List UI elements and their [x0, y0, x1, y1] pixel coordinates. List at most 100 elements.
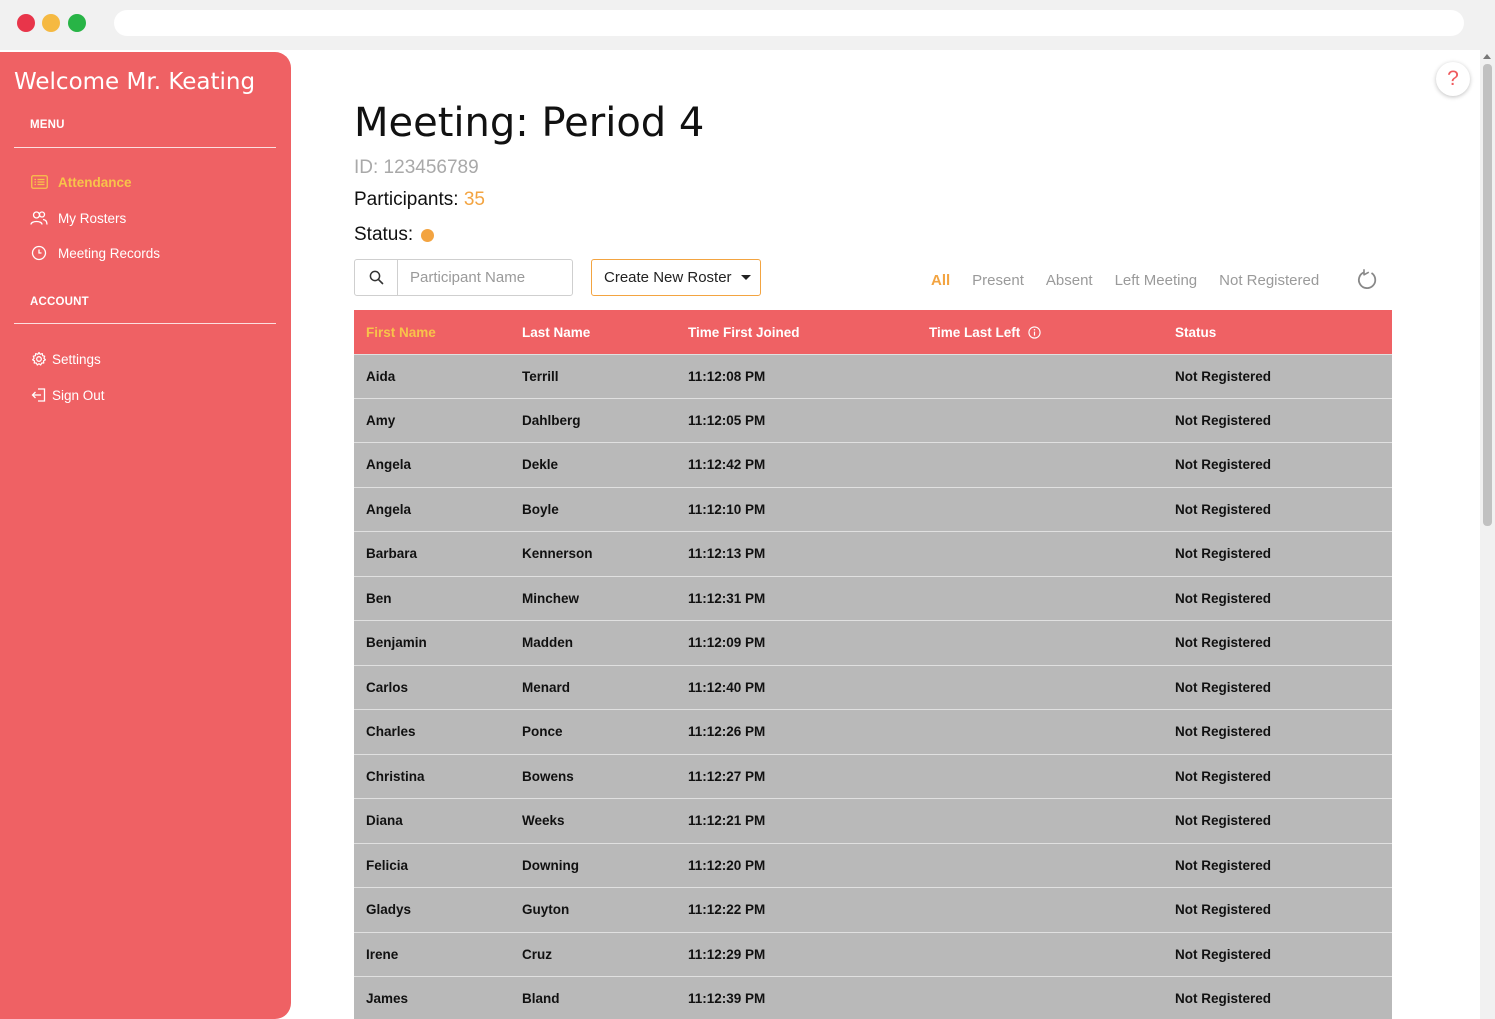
time-first-joined-cell: 11:12:27 PM	[688, 768, 766, 784]
first-name-cell: James	[366, 991, 409, 1007]
time-first-joined-cell: 11:12:13 PM	[688, 546, 766, 562]
meeting-id: ID: 123456789	[354, 157, 479, 178]
last-name-cell: Minchew	[522, 590, 580, 606]
last-name-cell: Dekle	[522, 457, 559, 473]
table-row[interactable]: Carlos Menard 11:12:40 PM Not Registered	[354, 665, 1392, 710]
window-minimize-button[interactable]	[42, 14, 60, 32]
time-first-joined-cell: 11:12:22 PM	[688, 902, 766, 918]
first-name-cell: Amy	[366, 412, 396, 428]
status-cell: Not Registered	[1175, 857, 1272, 873]
table-body: Aida Terrill 11:12:08 PM Not Registered Amy D…	[354, 354, 1392, 1019]
table-row[interactable]: Gladys Guyton 11:12:22 PM Not Registered	[354, 888, 1392, 933]
page-title: Meeting: Period 4	[354, 100, 705, 146]
time-first-joined-cell: 11:12:31 PM	[688, 590, 766, 606]
time-first-joined-cell: 11:12:29 PM	[688, 946, 766, 962]
create-new-roster-button[interactable]: Create New Roster	[591, 259, 761, 296]
table-row[interactable]: Irene Cruz 11:12:29 PM Not Registered	[354, 932, 1392, 977]
table-row[interactable]: Barbara Kennerson 11:12:13 PM Not Registere…	[354, 532, 1392, 577]
column-header-first-name[interactable]: First Name	[354, 325, 522, 340]
participants-number: 35	[463, 189, 485, 210]
table-row[interactable]: Ben Minchew 11:12:31 PM Not Registered	[354, 576, 1392, 621]
sidebar-item-sign-out[interactable]: Sign Out	[30, 384, 105, 406]
last-name-cell: Madden	[522, 635, 574, 651]
filter-all[interactable]: All	[931, 272, 950, 289]
column-header-status[interactable]: Status	[1175, 325, 1392, 340]
help-button[interactable]: ?	[1436, 62, 1470, 96]
first-name-cell: Carlos	[366, 679, 409, 695]
address-bar[interactable]	[114, 10, 1464, 36]
meeting-status: Status:	[354, 224, 435, 246]
first-name-cell: Aida	[366, 368, 396, 384]
column-header-last-name[interactable]: Last Name	[522, 325, 688, 340]
clock-icon	[30, 244, 48, 262]
scrollbar[interactable]	[1480, 50, 1495, 1019]
table-row[interactable]: Amy Dahlberg 11:12:05 PM Not Registered	[354, 398, 1392, 443]
sidebar-item-my-rosters[interactable]: My Rosters	[30, 207, 126, 229]
refresh-icon[interactable]	[1355, 268, 1379, 292]
window-close-button[interactable]	[17, 14, 35, 32]
status-cell: Not Registered	[1175, 724, 1272, 740]
first-name-cell: Barbara	[366, 546, 418, 562]
last-name-cell: Weeks	[522, 813, 565, 829]
window-maximize-button[interactable]	[68, 14, 86, 32]
table-row[interactable]: Angela Dekle 11:12:42 PM Not Registered	[354, 443, 1392, 488]
app-window: Welcome Mr. Keating MENU Attendance My R…	[0, 50, 1495, 1019]
sign-out-icon	[30, 386, 48, 404]
scroll-up-arrow-icon[interactable]	[1483, 54, 1491, 59]
time-first-joined-cell: 11:12:39 PM	[688, 991, 766, 1007]
status-cell: Not Registered	[1175, 902, 1272, 918]
participants-count: Participants: 35	[354, 189, 485, 211]
filter-present[interactable]: Present	[972, 272, 1024, 289]
last-name-cell: Kennerson	[522, 546, 593, 562]
status-cell: Not Registered	[1175, 679, 1272, 695]
status-cell: Not Registered	[1175, 546, 1272, 562]
info-icon[interactable]	[1028, 325, 1041, 339]
time-first-joined-cell: 11:12:40 PM	[688, 679, 766, 695]
sidebar-item-settings[interactable]: Settings	[30, 348, 101, 370]
time-first-joined-cell: 11:12:21 PM	[688, 813, 766, 829]
sidebar-item-label: My Rosters	[58, 210, 127, 226]
list-icon	[30, 173, 48, 191]
first-name-cell: Christina	[366, 768, 425, 784]
last-name-cell: Menard	[522, 679, 571, 695]
table-row[interactable]: Benjamin Madden 11:12:09 PM Not Registered	[354, 621, 1392, 666]
first-name-cell: Benjamin	[366, 635, 427, 651]
time-first-joined-cell: 11:12:20 PM	[688, 857, 766, 873]
scrollbar-thumb[interactable]	[1483, 64, 1492, 526]
status-cell: Not Registered	[1175, 412, 1272, 428]
status-cell: Not Registered	[1175, 946, 1272, 962]
filter-absent[interactable]: Absent	[1046, 272, 1093, 289]
search-icon[interactable]	[355, 260, 398, 295]
time-first-joined-cell: 11:12:42 PM	[688, 457, 766, 473]
filter-left-meeting[interactable]: Left Meeting	[1115, 272, 1198, 289]
status-label: Status:	[354, 224, 414, 245]
sidebar-item-label: Attendance	[58, 174, 132, 190]
table-row[interactable]: Angela Boyle 11:12:10 PM Not Registered	[354, 487, 1392, 532]
menu-divider	[14, 147, 276, 148]
table-row[interactable]: James Bland 11:12:39 PM Not Registered	[354, 977, 1392, 1019]
column-header-time-last-left[interactable]: Time Last Left	[929, 325, 1175, 340]
main-content: Meeting: Period 4 ID: 123456789 Particip…	[291, 50, 1480, 1019]
table-row[interactable]: Diana Weeks 11:12:21 PM Not Registered	[354, 799, 1392, 844]
filter-not-registered[interactable]: Not Registered	[1219, 272, 1319, 289]
gear-icon	[30, 350, 48, 368]
column-header-label: Time Last Left	[929, 324, 1021, 340]
table-row[interactable]: Charles Ponce 11:12:26 PM Not Registered	[354, 710, 1392, 755]
last-name-cell: Downing	[522, 857, 579, 873]
sidebar-item-meeting-records[interactable]: Meeting Records	[30, 242, 160, 264]
last-name-cell: Ponce	[522, 724, 563, 740]
status-cell: Not Registered	[1175, 501, 1272, 517]
participants-label: Participants:	[354, 189, 464, 210]
browser-chrome	[0, 0, 1495, 50]
last-name-cell: Cruz	[522, 946, 552, 962]
first-name-cell: Felicia	[366, 857, 409, 873]
first-name-cell: Ben	[366, 590, 392, 606]
sidebar-item-attendance[interactable]: Attendance	[30, 171, 132, 193]
search-box	[354, 259, 573, 296]
table-row[interactable]: Aida Terrill 11:12:08 PM Not Registered	[354, 354, 1392, 399]
table-row[interactable]: Felicia Downing 11:12:20 PM Not Registered	[354, 843, 1392, 888]
last-name-cell: Terrill	[522, 368, 559, 384]
participant-search-input[interactable]	[398, 269, 568, 286]
column-header-time-first-joined[interactable]: Time First Joined	[688, 325, 929, 340]
table-row[interactable]: Christina Bowens 11:12:27 PM Not Registered	[354, 754, 1392, 799]
